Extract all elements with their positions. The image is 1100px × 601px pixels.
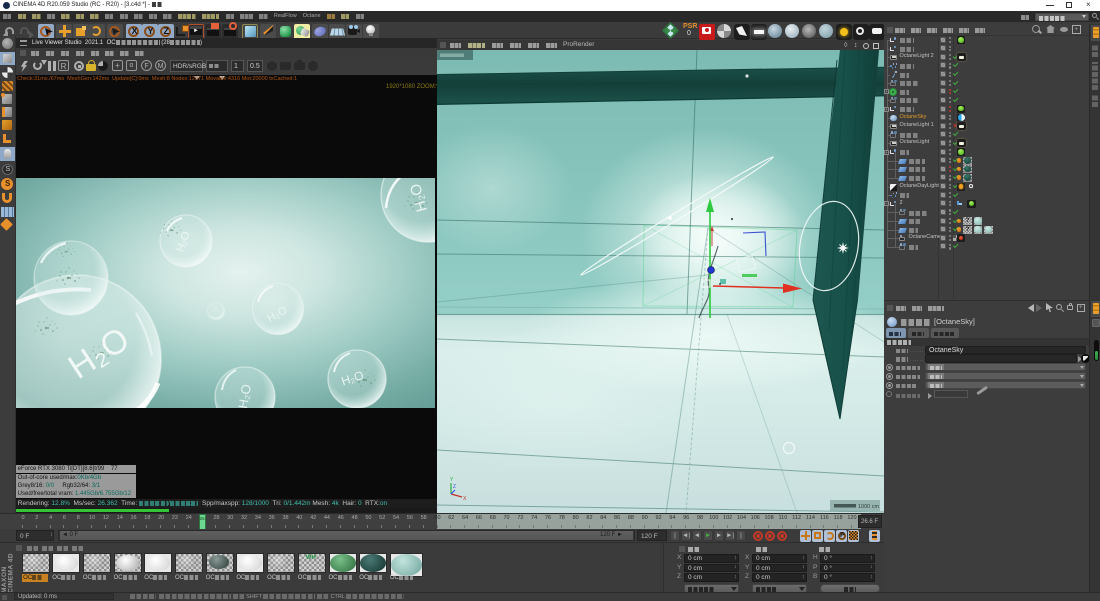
- svg-text:Z: Z: [453, 484, 456, 490]
- svg-text:1000 cm: 1000 cm: [858, 504, 880, 510]
